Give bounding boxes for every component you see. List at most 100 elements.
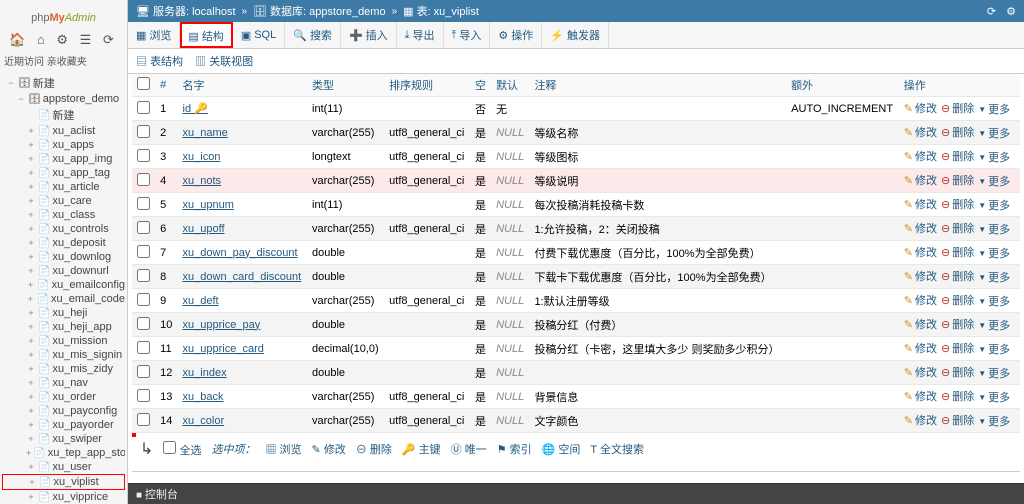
tree-item-xu_order[interactable]: +📄xu_order: [2, 390, 125, 404]
row-delete[interactable]: 删除: [941, 124, 974, 140]
row-checkbox[interactable]: [137, 293, 150, 306]
row-delete[interactable]: 删除: [941, 388, 974, 404]
tab-插入[interactable]: ➕插入: [341, 22, 397, 48]
tab-搜索[interactable]: 🔍搜索: [285, 22, 341, 48]
col-default-header[interactable]: 默认: [491, 74, 529, 97]
breadcrumb-table[interactable]: ▦ 表: xu_viplist: [403, 3, 479, 19]
tree-item-xu_mis_signin[interactable]: +📄xu_mis_signin: [2, 348, 125, 362]
refresh-icon[interactable]: ⟳: [987, 5, 996, 18]
tab-导出[interactable]: ⤓导出: [397, 22, 444, 48]
sel-primary[interactable]: 🔑 主键: [402, 441, 441, 457]
row-checkbox[interactable]: [137, 317, 150, 330]
tree-item-xu_controls[interactable]: +📄xu_controls: [2, 222, 125, 236]
tab-触发器[interactable]: ⚡触发器: [542, 22, 609, 48]
sel-browse[interactable]: ▦ 浏览: [265, 441, 301, 457]
col-extra-header[interactable]: 额外: [786, 74, 899, 97]
col-comment-header[interactable]: 注释: [529, 74, 786, 97]
row-more[interactable]: 更多: [978, 221, 1010, 237]
row-checkbox[interactable]: [137, 269, 150, 282]
row-checkbox[interactable]: [137, 197, 150, 210]
row-edit[interactable]: 修改: [904, 124, 937, 140]
subtab-table-structure[interactable]: ▤ 表结构: [136, 53, 183, 69]
row-more[interactable]: 更多: [978, 413, 1010, 429]
row-delete[interactable]: 删除: [941, 244, 974, 260]
row-more[interactable]: 更多: [978, 269, 1010, 285]
breadcrumb-server[interactable]: 🖥 服务器: localhost: [136, 3, 236, 19]
row-checkbox[interactable]: [137, 389, 150, 402]
tool-normalize[interactable]: ✓ 规范化: [348, 482, 392, 483]
tree-item-xu_aclist[interactable]: +📄xu_aclist: [2, 124, 125, 138]
tool-track[interactable]: ⇄ 移动字段: [276, 482, 334, 483]
row-delete[interactable]: 删除: [941, 196, 974, 212]
sel-edit[interactable]: ✎ 修改: [312, 441, 346, 457]
quick-icons[interactable]: 🏠 ⌂ ⚙ ☰ ⟳: [2, 30, 125, 50]
tree-item-xu_apps[interactable]: +📄xu_apps: [2, 138, 125, 152]
row-delete[interactable]: 删除: [941, 412, 974, 428]
row-edit[interactable]: 修改: [904, 340, 937, 356]
row-checkbox[interactable]: [137, 173, 150, 186]
sel-fulltext[interactable]: T 全文搜索: [590, 441, 644, 457]
row-edit[interactable]: 修改: [904, 148, 937, 164]
tree-item-xu_payconfig[interactable]: +📄xu_payconfig: [2, 404, 125, 418]
tree-item-xu_vipprice[interactable]: +📄xu_vipprice: [2, 490, 125, 504]
row-edit[interactable]: 修改: [904, 364, 937, 380]
row-delete[interactable]: 删除: [941, 220, 974, 236]
col-name-header[interactable]: 名字: [178, 74, 307, 97]
row-more[interactable]: 更多: [978, 101, 1010, 117]
row-more[interactable]: 更多: [978, 245, 1010, 261]
row-delete[interactable]: 删除: [941, 340, 974, 356]
sel-index[interactable]: ⚑ 索引: [497, 441, 532, 457]
tree-item-xu_email_code[interactable]: +📄xu_email_code: [2, 292, 125, 306]
row-delete[interactable]: 删除: [941, 100, 974, 116]
col-collation-header[interactable]: 排序规则: [384, 74, 470, 97]
row-edit[interactable]: 修改: [904, 100, 937, 116]
row-delete[interactable]: 删除: [941, 292, 974, 308]
col-null-header[interactable]: 空: [470, 74, 491, 97]
row-delete[interactable]: 删除: [941, 148, 974, 164]
row-more[interactable]: 更多: [978, 293, 1010, 309]
col-type-header[interactable]: 类型: [307, 74, 384, 97]
row-more[interactable]: 更多: [978, 365, 1010, 381]
tree-item-xu_app_img[interactable]: +📄xu_app_img: [2, 152, 125, 166]
subtab-relation-view[interactable]: ▥ 关联视图: [195, 53, 253, 69]
row-checkbox[interactable]: [137, 413, 150, 426]
settings-icon[interactable]: ⚙: [1006, 5, 1016, 18]
recent-label[interactable]: 近期访问 亲收藏夹: [2, 50, 125, 71]
console[interactable]: ■ 控制台: [128, 483, 1024, 504]
tool-print[interactable]: 🖨 打印: [140, 482, 179, 483]
tree-item-xu_downurl[interactable]: +📄xu_downurl: [2, 264, 125, 278]
tree-item-xu_mission[interactable]: +📄xu_mission: [2, 334, 125, 348]
row-edit[interactable]: 修改: [904, 196, 937, 212]
row-edit[interactable]: 修改: [904, 292, 937, 308]
row-more[interactable]: 更多: [978, 125, 1010, 141]
row-edit[interactable]: 修改: [904, 244, 937, 260]
tool-propose[interactable]: ▤ 规划表结构: [193, 482, 262, 483]
tab-结构[interactable]: ▤结构: [180, 22, 232, 48]
tree-item-新建[interactable]: −🗄新建: [2, 74, 125, 92]
tree-item-xu_deposit[interactable]: +📄xu_deposit: [2, 236, 125, 250]
row-more[interactable]: 更多: [978, 197, 1010, 213]
tree-item-新建[interactable]: 📄新建: [2, 106, 125, 124]
row-delete[interactable]: 删除: [941, 172, 974, 188]
tree-item-xu_downlog[interactable]: +📄xu_downlog: [2, 250, 125, 264]
tree-item-xu_nav[interactable]: +📄xu_nav: [2, 376, 125, 390]
row-checkbox[interactable]: [137, 245, 150, 258]
tree-item-xu_swiper[interactable]: +📄xu_swiper: [2, 432, 125, 446]
tree-item-xu_user[interactable]: +📄xu_user: [2, 460, 125, 474]
row-edit[interactable]: 修改: [904, 412, 937, 428]
row-edit[interactable]: 修改: [904, 268, 937, 284]
row-edit[interactable]: 修改: [904, 172, 937, 188]
tab-导入[interactable]: ⤒导入: [444, 22, 491, 48]
row-delete[interactable]: 删除: [941, 316, 974, 332]
tab-SQL[interactable]: ▣SQL: [233, 22, 285, 48]
row-checkbox[interactable]: [137, 221, 150, 234]
tree-item-xu_payorder[interactable]: +📄xu_payorder: [2, 418, 125, 432]
check-all[interactable]: 全选: [163, 441, 201, 458]
row-checkbox[interactable]: [137, 149, 150, 162]
tree-item-xu_heji[interactable]: +📄xu_heji: [2, 306, 125, 320]
tree-item-xu_app_tag[interactable]: +📄xu_app_tag: [2, 166, 125, 180]
row-checkbox[interactable]: [137, 365, 150, 378]
sel-delete[interactable]: ⊖ 删除: [356, 441, 392, 457]
row-more[interactable]: 更多: [978, 173, 1010, 189]
sel-spatial[interactable]: 🌐 空间: [542, 441, 581, 457]
